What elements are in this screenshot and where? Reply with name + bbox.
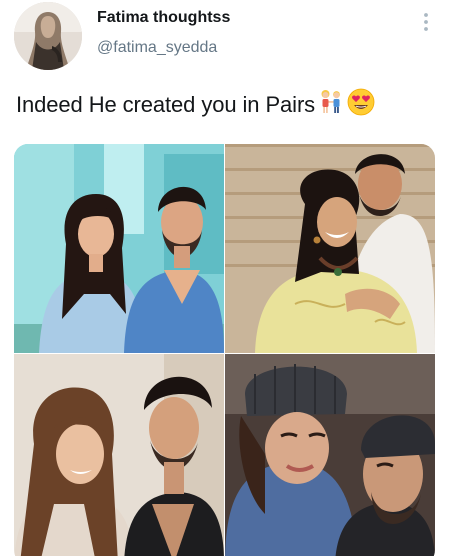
photo-couple-2[interactable] <box>225 144 435 353</box>
photo-couple-1[interactable] <box>14 144 224 353</box>
tweet-card[interactable]: Fatima thoughtss @fatima_syedda Indeed H… <box>0 0 450 556</box>
couple-icon <box>318 88 344 122</box>
avatar-hijab-figure-icon <box>14 2 82 70</box>
more-vertical-icon[interactable] <box>416 10 436 34</box>
display-name[interactable]: Fatima thoughtss <box>97 9 230 27</box>
media-grid <box>14 144 435 556</box>
photo-couple-3[interactable] <box>14 354 224 556</box>
photo-couple-4[interactable] <box>225 354 435 556</box>
avatar[interactable] <box>14 2 82 70</box>
tweet-text: Indeed He created you in Pairs <box>16 88 375 122</box>
heart-eyes-emoji-icon <box>347 88 375 122</box>
tweet-body: Indeed He created you in Pairs <box>16 92 316 117</box>
user-handle[interactable]: @fatima_syedda <box>97 39 217 57</box>
